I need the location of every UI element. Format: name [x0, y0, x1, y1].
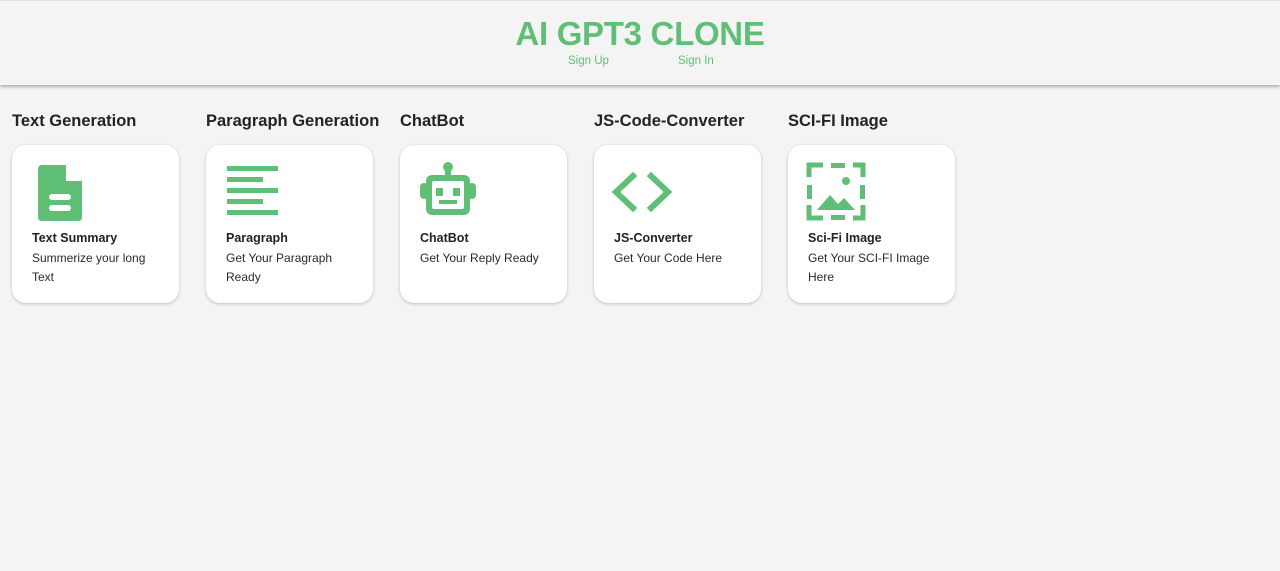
card-description: Get Your SCI-FI Image Here — [808, 251, 930, 284]
section-heading: ChatBot — [400, 112, 465, 130]
card-title: Sci-Fi Image — [808, 231, 882, 245]
document-icon — [28, 161, 92, 225]
paragraph-card[interactable]: Paragraph Get Your Paragraph Ready — [206, 145, 373, 303]
tool-chatbot: ChatBot ChatBot Get Your Reply Ready — [400, 112, 580, 303]
section-heading: Paragraph Generation — [206, 112, 380, 130]
brand-title: AI GPT3 CLONE — [515, 15, 765, 52]
section-heading: JS-Code-Converter — [594, 112, 745, 130]
sign-in-link[interactable]: Sign In — [678, 55, 714, 67]
tool-text-generation: Text Generation Text Summary Summerize y… — [12, 112, 192, 303]
code-icon — [610, 161, 674, 225]
app-header: AI GPT3 CLONE Sign Up Sign In — [0, 0, 1280, 85]
section-heading: SCI-FI Image — [788, 112, 888, 130]
sign-up-link[interactable]: Sign Up — [568, 55, 609, 67]
card-title: JS-Converter — [614, 231, 693, 245]
card-title: Paragraph — [226, 231, 288, 245]
tool-sci-fi-image: SCI-FI Image Sci-Fi Image Get Your SCI-F… — [788, 112, 968, 303]
card-description: Summerize your long Text — [32, 251, 146, 284]
sci-fi-image-card[interactable]: Sci-Fi Image Get Your SCI-FI Image Here — [788, 145, 955, 303]
chatbot-card[interactable]: ChatBot Get Your Reply Ready — [400, 145, 567, 303]
card-description: Get Your Paragraph Ready — [226, 251, 333, 284]
robot-icon — [416, 161, 480, 225]
card-title: Text Summary — [32, 231, 118, 245]
js-converter-card[interactable]: JS-Converter Get Your Code Here — [594, 145, 761, 303]
card-title: ChatBot — [420, 231, 469, 245]
text-summary-card[interactable]: Text Summary Summerize your long Text — [12, 145, 179, 303]
card-description: Get Your Reply Ready — [420, 251, 539, 265]
card-description: Get Your Code Here — [614, 251, 723, 265]
tool-js-code-converter: JS-Code-Converter JS-Converter Get Your … — [594, 112, 774, 303]
section-heading: Text Generation — [12, 112, 137, 130]
image-icon — [806, 161, 870, 225]
tool-paragraph-generation: Paragraph Generation Paragraph Get Your … — [206, 112, 386, 303]
align-left-icon — [220, 161, 284, 225]
